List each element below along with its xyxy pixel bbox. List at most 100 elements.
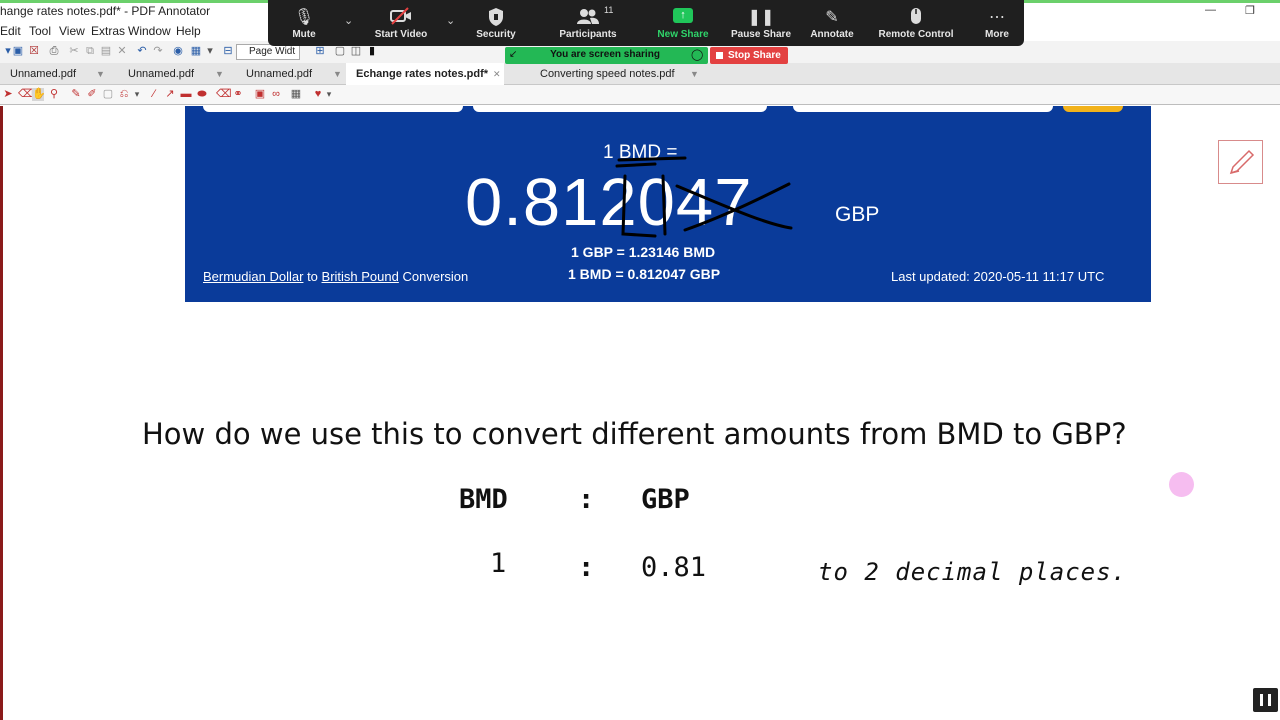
handwritten-note: to 2 decimal places. [818, 558, 1127, 586]
restore-icon[interactable]: ❐ [1245, 4, 1255, 17]
tab-echange-rates-notes[interactable]: Echange rates notes.pdf* [346, 63, 504, 85]
microphone-icon: 🎙︎ [293, 9, 315, 26]
handwritten-bmd: BMD [459, 484, 508, 515]
annotate-button[interactable]: ✎ Annotate [808, 0, 856, 46]
start-video-button[interactable]: Start Video [372, 0, 430, 46]
minimize-icon[interactable]: — [1205, 4, 1216, 16]
shield-check-icon: ◯ [691, 49, 704, 61]
binoculars-icon[interactable]: ◉ [172, 45, 184, 57]
line-icon[interactable]: ∕ [148, 88, 160, 101]
close-icon[interactable]: ▼ [215, 69, 224, 79]
eraser-icon[interactable]: ⌫ [216, 88, 232, 101]
window-title: hange rates notes.pdf* - PDF Annotator [0, 4, 211, 18]
hand-icon[interactable]: ✋ [32, 88, 46, 101]
screen-sharing-label: You are screen sharing [550, 49, 660, 60]
arrow-icon[interactable]: ↗ [164, 88, 176, 101]
save-icon[interactable]: ▣ [12, 45, 24, 57]
pencil-icon: ✎ [825, 9, 839, 26]
menu-view[interactable]: View [59, 24, 85, 38]
document-page[interactable]: 1 BMD = 0.812047 GBP 1 GBP = 1.23146 BMD… [0, 106, 1280, 720]
close-icon[interactable]: ▼ [690, 69, 699, 79]
rectangle-icon[interactable]: ▬ [180, 88, 192, 101]
security-button[interactable]: Security [472, 0, 520, 46]
chevron-down-icon[interactable]: ▾ [131, 88, 143, 101]
ink-bracket-left [621, 174, 657, 238]
ink-underline [615, 162, 657, 168]
print-icon[interactable]: ⎙ [48, 45, 60, 57]
camera-icon[interactable]: ▣ [254, 88, 266, 101]
undo-icon[interactable]: ↶ [136, 45, 148, 57]
text-box-icon[interactable]: ▢ [102, 88, 114, 101]
link-icon[interactable]: ∞ [270, 88, 282, 101]
menu-tool[interactable]: Tool [29, 24, 51, 38]
tab-unnamed-2[interactable]: Unnamed.pdf [118, 63, 204, 85]
redo-icon[interactable]: ↷ [152, 45, 164, 57]
chevron-down-icon[interactable]: ⌄ [344, 14, 353, 27]
shield-icon [472, 7, 520, 29]
collapse-icon[interactable]: ↙ [509, 49, 517, 60]
highlighter-icon[interactable]: ✐ [86, 88, 98, 101]
close-icon[interactable]: ✕ [493, 69, 501, 80]
select-arrow-icon[interactable]: ➤ [2, 88, 14, 101]
ink-underline [617, 156, 687, 162]
mouse-icon [876, 7, 956, 29]
close-document-icon[interactable]: ☒ [28, 45, 40, 57]
paste-icon[interactable]: ▤ [100, 45, 112, 57]
ellipse-icon[interactable]: ⬬ [196, 88, 208, 101]
question-text: How do we use this to convert different … [142, 417, 1127, 451]
screen-sharing-banner: You are screen sharing ↙ ◯ [505, 47, 708, 64]
text-select-icon[interactable]: ⌫ [18, 88, 34, 101]
more-button[interactable]: ⋯ More [980, 0, 1014, 46]
pencil-icon [1229, 149, 1255, 175]
two-pages-icon[interactable]: ◫ [350, 45, 362, 57]
tab-label: Echange rates notes.pdf* [356, 68, 489, 80]
stop-icon [716, 52, 723, 59]
chevron-down-icon[interactable]: ▾ [204, 45, 216, 57]
ink-bracket-right [661, 174, 667, 236]
document-tabs: Unnamed.pdf ▼ Unnamed.pdf ▼ Unnamed.pdf … [0, 63, 1280, 85]
insert-page-icon[interactable]: ▦ [290, 88, 302, 101]
lasso-icon[interactable]: ⚭ [232, 88, 244, 101]
menu-edit[interactable]: Edit [0, 24, 21, 38]
cut-icon[interactable]: ✂ [68, 45, 80, 57]
delete-icon[interactable]: ✕ [116, 45, 128, 57]
zoom-out-icon[interactable]: ⊟ [222, 45, 234, 57]
menu-help[interactable]: Help [176, 24, 201, 38]
zoom-select[interactable]: Page Widt [236, 44, 300, 60]
handwritten-colon: : [578, 552, 595, 583]
close-icon[interactable]: ▼ [333, 69, 342, 79]
pause-share-button[interactable]: ❚❚ Pause Share [730, 0, 792, 46]
tab-label: Converting speed notes.pdf [540, 68, 675, 80]
video-off-icon [372, 7, 430, 29]
stop-share-button[interactable]: Stop Share [710, 47, 788, 64]
chevron-down-icon[interactable]: ⌄ [446, 14, 455, 27]
pause-video-icon[interactable] [1253, 688, 1278, 712]
fit-page-icon[interactable]: ▢ [334, 45, 346, 57]
tab-unnamed-1[interactable]: Unnamed.pdf [0, 63, 86, 85]
mute-button[interactable]: 🎙︎ Mute [282, 0, 326, 46]
copy-icon[interactable]: ⧉ [84, 45, 96, 57]
menu-window[interactable]: Window [128, 24, 171, 38]
share-arrow-icon: ↑ [673, 8, 693, 23]
full-screen-icon[interactable]: ▮ [366, 45, 378, 57]
pen-icon[interactable]: ✎ [70, 88, 82, 101]
meeting-controls-bar: 🎙︎ Mute ⌄ Start Video ⌄ Security Partici… [268, 0, 1024, 46]
edit-button[interactable] [1218, 140, 1263, 184]
page-layout-icon[interactable]: ▦ [190, 45, 202, 57]
close-icon[interactable]: ▼ [96, 69, 105, 79]
handwritten-gbp: GBP [641, 484, 690, 515]
pointer-dot [1169, 472, 1194, 497]
tab-converting-speed-notes[interactable]: Converting speed notes.pdf [530, 63, 685, 85]
tab-unnamed-3[interactable]: Unnamed.pdf [236, 63, 322, 85]
chevron-down-icon[interactable]: ▾ [323, 88, 335, 101]
menu-extras[interactable]: Extras [91, 24, 125, 38]
stamp-icon[interactable]: ⎌ [118, 88, 130, 101]
zoom-in-icon[interactable]: ⊞ [314, 45, 326, 57]
handwritten-colon: : [578, 484, 595, 515]
page-edge [0, 106, 3, 720]
remote-control-button[interactable]: Remote Control [876, 0, 956, 46]
tab-label: Unnamed.pdf [246, 68, 313, 80]
magnifier-icon[interactable]: ⚲ [48, 88, 60, 101]
new-share-button[interactable]: ↑ New Share [654, 0, 712, 46]
annotation-toolbar: ➤ ⌫ ✋ ⚲ ✎ ✐ ▢ ⎌ ▾ ∕ ↗ ▬ ⬬ ⌫ ⚭ ▣ ∞ ▦ ♥ ▾ [0, 85, 1280, 105]
